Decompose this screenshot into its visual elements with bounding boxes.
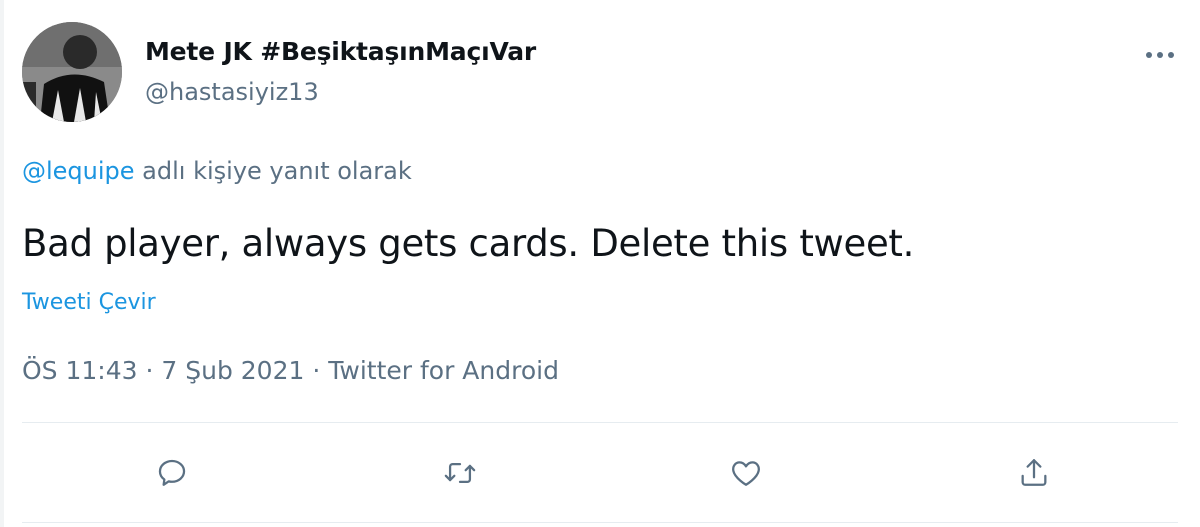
avatar-image — [22, 22, 122, 122]
more-icon — [1146, 52, 1174, 58]
tweet-date[interactable]: 7 Şub 2021 — [161, 356, 304, 385]
tweet-time[interactable]: ÖS 11:43 — [22, 356, 138, 385]
action-bar — [0, 423, 1200, 519]
reply-icon — [158, 459, 186, 486]
meta-separator: · — [304, 356, 329, 385]
reply-button[interactable] — [148, 449, 196, 497]
share-button[interactable] — [1010, 449, 1058, 497]
tweet-source[interactable]: Twitter for Android — [328, 356, 559, 385]
meta-separator: · — [137, 356, 162, 385]
more-options-button[interactable] — [1140, 38, 1180, 72]
retweet-icon — [444, 462, 476, 484]
user-handle[interactable]: @hastasiyiz13 — [145, 78, 319, 106]
reply-context: @lequipe adlı kişiye yanıt olarak — [22, 157, 412, 185]
tweet-metadata: ÖS 11:43 · 7 Şub 2021 · Twitter for Andr… — [22, 356, 559, 385]
reply-mention-link[interactable]: @lequipe — [22, 157, 135, 185]
reply-context-text: adlı kişiye yanıt olarak — [134, 157, 412, 185]
like-button[interactable] — [722, 449, 770, 497]
divider — [22, 522, 1178, 523]
tweet-text: Bad player, always gets cards. Delete th… — [22, 222, 915, 265]
share-icon — [1021, 459, 1047, 486]
avatar[interactable] — [22, 22, 122, 122]
tweet-card: Mete JK #BeşiktaşınMaçıVar @hastasiyiz13… — [0, 0, 1200, 527]
retweet-button[interactable] — [436, 449, 484, 497]
display-name[interactable]: Mete JK #BeşiktaşınMaçıVar — [145, 37, 536, 66]
like-icon — [732, 461, 760, 486]
translate-tweet-link[interactable]: Tweeti Çevir — [22, 290, 156, 315]
